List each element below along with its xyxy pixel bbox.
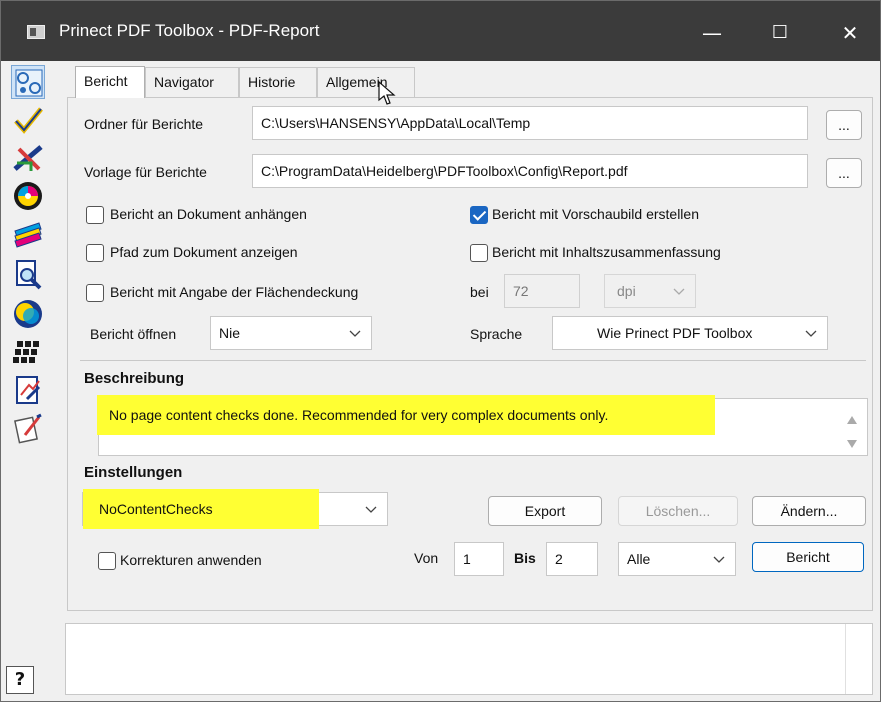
- help-button[interactable]: ?: [6, 666, 34, 694]
- window-title: Prinect PDF Toolbox - PDF-Report: [59, 21, 320, 40]
- description-heading: Beschreibung: [84, 370, 185, 387]
- chevron-down-icon: [805, 327, 817, 339]
- open-report-select[interactable]: Nie: [210, 316, 372, 350]
- overprint-circles-icon[interactable]: [11, 297, 45, 331]
- inspect-magnifier-icon[interactable]: [11, 257, 45, 291]
- show-path-label: Pfad zum Dokument anzeigen: [110, 244, 298, 260]
- app-icon: [27, 25, 45, 39]
- template-browse-button[interactable]: ...: [826, 158, 862, 188]
- tab-bericht[interactable]: Bericht: [75, 66, 145, 98]
- scroll-down-icon[interactable]: [847, 435, 857, 448]
- content-summary-checkbox[interactable]: [470, 244, 488, 262]
- status-scroll-divider: [845, 624, 846, 694]
- open-report-value: Nie: [219, 325, 241, 341]
- settings-heading: Einstellungen: [84, 464, 183, 481]
- app-window: Prinect PDF Toolbox - PDF-Report — ☐ ✕ ?…: [0, 0, 881, 702]
- pen-edit-icon[interactable]: [11, 411, 45, 445]
- attach-report-checkbox[interactable]: [86, 206, 104, 224]
- description-box: No page content checks done. Recommended…: [97, 395, 868, 456]
- tab-navigator[interactable]: Navigator: [145, 67, 239, 97]
- settings-value: NoContentChecks: [99, 501, 213, 517]
- tab-allgemein[interactable]: Allgemein: [317, 67, 415, 97]
- pages-select[interactable]: Alle: [618, 542, 736, 576]
- minimize-button[interactable]: —: [689, 13, 735, 53]
- bericht-panel: Ordner für Berichte C:\Users\HANSENSY\Ap…: [67, 97, 873, 611]
- chevron-down-icon: [349, 327, 361, 339]
- description-text: No page content checks done. Recommended…: [109, 407, 609, 423]
- scroll-up-icon[interactable]: [847, 411, 857, 424]
- folder-browse-button[interactable]: ...: [826, 110, 862, 140]
- close-button[interactable]: ✕: [827, 13, 873, 53]
- show-path-checkbox[interactable]: [86, 244, 104, 262]
- folder-label: Ordner für Berichte: [84, 116, 204, 132]
- coverage-label: Bericht mit Angabe der Flächendeckung: [110, 284, 359, 300]
- corrections-label: Korrekturen anwenden: [120, 552, 262, 568]
- content-summary-label: Bericht mit Inhaltszusammenfassung: [492, 244, 721, 260]
- to-label: Bis: [514, 550, 536, 566]
- navigator-tool-icon[interactable]: [11, 141, 45, 175]
- chevron-down-icon: [713, 553, 725, 565]
- tool-sidebar: ?: [1, 61, 59, 701]
- template-path-input[interactable]: C:\ProgramData\Heidelberg\PDFToolbox\Con…: [252, 154, 808, 188]
- preview-image-label: Bericht mit Vorschaubild erstellen: [492, 206, 699, 222]
- attach-report-label: Bericht an Dokument anhängen: [110, 206, 307, 222]
- corrections-checkbox[interactable]: [98, 552, 116, 570]
- from-page-input[interactable]: 1: [454, 542, 504, 576]
- chevron-down-icon: [365, 503, 377, 515]
- settings-select[interactable]: NoContentChecks: [82, 489, 388, 529]
- title-bar: Prinect PDF Toolbox - PDF-Report — ☐ ✕: [1, 1, 880, 61]
- language-value: Wie Prinect PDF Toolbox: [597, 325, 753, 341]
- status-output-area: [65, 623, 873, 695]
- grid-tiles-icon[interactable]: [11, 335, 45, 369]
- dpi-unit-select[interactable]: dpi: [604, 274, 696, 308]
- mouse-cursor-icon: [377, 80, 399, 107]
- change-button[interactable]: Ändern...: [752, 496, 866, 526]
- dpi-value-input[interactable]: 72: [504, 274, 580, 308]
- dpi-unit-value: dpi: [617, 283, 636, 299]
- language-label: Sprache: [470, 326, 523, 342]
- report-tool-icon[interactable]: [11, 65, 45, 99]
- pages-value: Alle: [627, 551, 651, 567]
- open-report-label: Bericht öffnen: [90, 326, 177, 342]
- chevron-down-icon: [673, 285, 685, 297]
- export-button[interactable]: Export: [488, 496, 602, 526]
- color-disc-icon[interactable]: [11, 179, 45, 213]
- bei-label: bei: [470, 284, 489, 300]
- coverage-checkbox[interactable]: [86, 284, 104, 302]
- tab-historie[interactable]: Historie: [239, 67, 317, 97]
- separator: [80, 360, 866, 361]
- language-select[interactable]: Wie Prinect PDF Toolbox: [552, 316, 828, 350]
- check-tool-icon[interactable]: [11, 103, 45, 137]
- from-label: Von: [414, 550, 439, 566]
- to-page-input[interactable]: 2: [546, 542, 598, 576]
- color-swatches-icon[interactable]: [11, 217, 45, 251]
- delete-button[interactable]: Löschen...: [618, 496, 738, 526]
- run-report-button[interactable]: Bericht: [752, 542, 864, 572]
- folder-path-input[interactable]: C:\Users\HANSENSY\AppData\Local\Temp: [252, 106, 808, 140]
- page-edit-icon[interactable]: [11, 373, 45, 407]
- template-label: Vorlage für Berichte: [84, 164, 207, 180]
- maximize-button[interactable]: ☐: [757, 13, 803, 53]
- preview-image-checkbox[interactable]: [470, 206, 488, 224]
